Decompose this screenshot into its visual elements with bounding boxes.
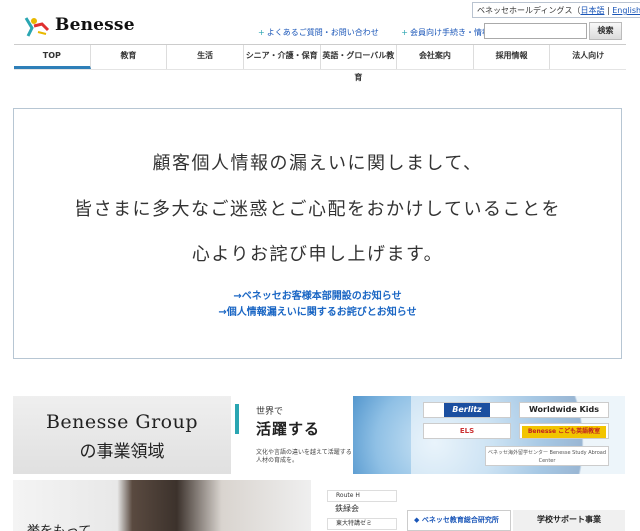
photo-caption: 挙をもって <box>27 520 91 531</box>
accent-bar <box>235 404 239 434</box>
apology-line-2: 皆さまに多大なご迷惑とご心配をおかけしていることを <box>74 199 561 220</box>
nav-company[interactable]: 会社案内 <box>397 45 474 69</box>
search-input[interactable] <box>484 23 587 39</box>
logo-wordmark: Benesse <box>55 15 135 35</box>
panel-description: 文化や言語の違いを越えて活躍する人材の育成を。 <box>256 449 352 464</box>
holdings-label: ベネッセホールディングス（ <box>477 6 581 15</box>
route-h-logo[interactable]: Route H <box>327 490 397 502</box>
research-label: ベネッセ教育総合研究所 <box>421 516 499 524</box>
panel-heading: 活躍する <box>256 420 321 438</box>
research-institute-link[interactable]: ◆ ベネッセ教育総合研究所 <box>407 510 511 531</box>
nav-top[interactable]: TOP <box>14 45 91 69</box>
arrow-icon: ◆ <box>414 516 422 524</box>
tetsuryokukai-logo[interactable]: 鉄緑会 <box>327 504 397 516</box>
global-panel[interactable]: 世界で 活躍する 文化や言語の違いを越えて活躍する人材の育成を。 <box>235 396 353 474</box>
nav-english-global[interactable]: 英語・グローバル教育 <box>321 45 398 82</box>
benesse-logo[interactable]: Benesse <box>22 14 135 38</box>
nav-senior-care[interactable]: シニア・介護・保育 <box>244 45 321 69</box>
berlitz-label: Berlitz <box>444 403 490 417</box>
school-support-link[interactable]: 学校サポート事業 <box>513 510 625 531</box>
group-business-band: Benesse Group の事業領域 世界で 活躍する 文化や言語の違いを越え… <box>13 396 625 474</box>
apology-line-1: 顧客個人情報の漏えいに関しまして、 <box>152 153 483 174</box>
arrow-icon: + <box>258 28 265 37</box>
apology-notice: 顧客個人情報の漏えいに関しまして、 皆さまに多大なご迷惑とご心配をおかけしている… <box>13 108 622 359</box>
worldwide-kids-logo[interactable]: Worldwide Kids <box>519 402 609 418</box>
kids-english-label: Benesse こども英語教室 <box>521 426 607 438</box>
education-band: 挙をもって Route H 鉄緑会 東大特講ゼミ ◆ ベネッセ教育総合研究所 学… <box>13 480 625 531</box>
group-title: Benesse Group <box>45 411 199 433</box>
benesse-mascot-icon <box>24 17 50 37</box>
study-abroad-logo[interactable]: ベネッセ海外留学センター Benesse Study Abroad Center <box>485 446 609 466</box>
apology-line-3: 心よりお詫び申し上げます。 <box>191 244 444 265</box>
customer-office-link[interactable]: →ベネッセお客様本部開設のお知らせ <box>14 287 621 302</box>
global-nav: TOP 教育 生活 シニア・介護・保育 英語・グローバル教育 会社案内 採用情報… <box>14 44 626 82</box>
panel-kicker: 世界で <box>256 407 284 417</box>
arrow-icon: + <box>401 28 408 37</box>
lang-english-link[interactable]: English <box>612 6 640 15</box>
nav-education[interactable]: 教育 <box>91 45 168 69</box>
todai-tokko-logo[interactable]: 東大特講ゼミ <box>327 518 397 530</box>
data-leak-apology-link[interactable]: →個人情報漏えいに関するお詫びとお知らせ <box>14 303 621 318</box>
nav-business[interactable]: 法人向け <box>550 45 626 69</box>
search-button[interactable]: 検索 <box>589 22 622 40</box>
nav-recruit[interactable]: 採用情報 <box>474 45 551 69</box>
holdings-language-box: ベネッセホールディングス（日本語 | English） <box>472 2 640 18</box>
faq-link-label: よくあるご質問・お問い合わせ <box>266 28 379 37</box>
education-brand-logos: Route H 鉄緑会 東大特講ゼミ <box>327 480 399 531</box>
lang-japanese-link[interactable]: 日本語 <box>580 6 604 15</box>
faq-link[interactable]: + よくあるご質問・お問い合わせ <box>258 28 389 37</box>
berlitz-logo[interactable]: Berlitz <box>423 402 511 418</box>
nav-divider <box>14 69 626 70</box>
group-subtitle: の事業領域 <box>79 442 165 462</box>
group-business-link[interactable]: Benesse Group の事業領域 <box>13 396 231 474</box>
kids-english-logo[interactable]: Benesse こども英語教室 <box>519 423 609 439</box>
els-logo[interactable]: ELS <box>423 423 511 439</box>
nav-life[interactable]: 生活 <box>167 45 244 69</box>
